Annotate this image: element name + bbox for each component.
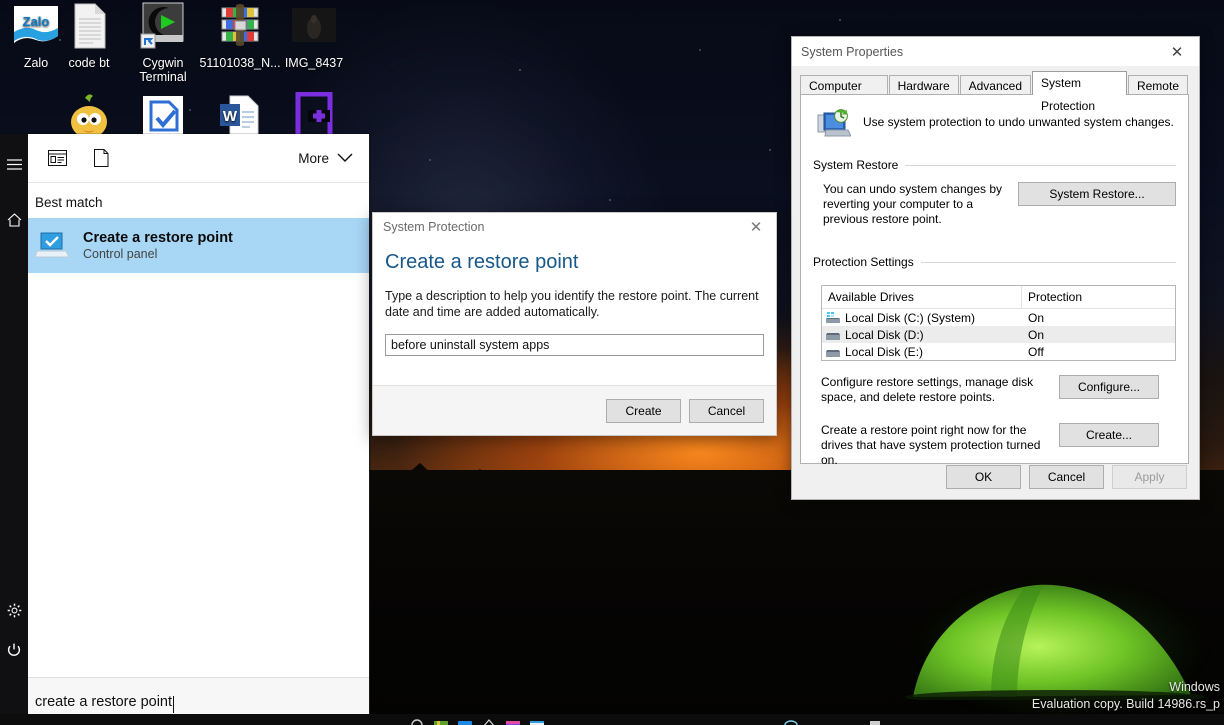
restore-point-description-input[interactable]: before uninstall system apps bbox=[385, 334, 764, 356]
search-panel-header: More bbox=[0, 134, 369, 183]
create-restore-point-button[interactable]: Create... bbox=[1059, 423, 1159, 447]
protection-settings-group: Protection Settings Available Drives Pro… bbox=[813, 255, 1176, 468]
taskbar-icon-4[interactable] bbox=[482, 714, 496, 725]
home-icon[interactable] bbox=[0, 200, 28, 240]
start-menu-rail bbox=[0, 134, 28, 725]
foxit-reader-icon bbox=[139, 92, 187, 140]
tab-hardware[interactable]: Hardware bbox=[888, 75, 959, 95]
desktop-icon-label: IMG_8437 bbox=[284, 56, 344, 70]
close-icon[interactable]: ✕ bbox=[736, 214, 776, 241]
taskbar-icon-6[interactable] bbox=[530, 714, 544, 725]
document-icon[interactable] bbox=[86, 146, 116, 170]
web-results-icon[interactable] bbox=[42, 146, 72, 170]
search-result-create-restore-point[interactable]: Create a restore point Control panel bbox=[0, 218, 369, 273]
drive-protection: Off bbox=[1028, 344, 1044, 359]
word-document-icon: W bbox=[216, 92, 264, 140]
search-result-subtitle: Control panel bbox=[83, 246, 158, 261]
flipper-icon bbox=[290, 91, 338, 141]
system-properties-tabs: Computer Name Hardware Advanced System P… bbox=[800, 71, 1189, 113]
drive-list-header: Available Drives Protection bbox=[822, 286, 1175, 309]
svg-text:W: W bbox=[223, 108, 238, 125]
search-result-title: Create a restore point bbox=[83, 229, 233, 246]
more-label: More bbox=[298, 150, 329, 166]
drive-protection: On bbox=[1028, 327, 1045, 342]
system-properties-window: System Properties ✕ Computer Name Hardwa… bbox=[791, 36, 1200, 500]
system-protection-icon bbox=[817, 109, 852, 144]
apply-button: Apply bbox=[1112, 465, 1187, 489]
search-panel: More Best match Create a restore point C… bbox=[0, 134, 370, 725]
system-properties-titlebar[interactable]: System Properties ✕ bbox=[792, 37, 1199, 67]
taskbar-icon-3[interactable] bbox=[458, 714, 472, 725]
system-protection-dialog-titlebar[interactable]: System Protection ✕ bbox=[373, 213, 776, 241]
available-drives-list[interactable]: Available Drives Protection Local Disk (… bbox=[821, 285, 1176, 361]
close-icon[interactable]: ✕ bbox=[1155, 37, 1199, 66]
winrar-archive-icon bbox=[216, 2, 264, 50]
taskbar-icon-7[interactable] bbox=[784, 714, 798, 725]
create-restore-point-icon bbox=[34, 231, 70, 261]
system-protection-dialog-title: System Protection bbox=[383, 220, 485, 234]
watermark-line-2: Evaluation copy. Build 14986.rs_p bbox=[1031, 697, 1220, 711]
text-caret bbox=[173, 696, 175, 713]
drive-name: Local Disk (C:) (System) bbox=[845, 310, 976, 325]
hamburger-menu-icon[interactable] bbox=[0, 144, 28, 184]
drive-name: Local Disk (D:) bbox=[845, 327, 924, 342]
cancel-button[interactable]: Cancel bbox=[1029, 465, 1104, 489]
more-button[interactable]: More bbox=[298, 151, 353, 166]
system-protection-dialog-footer: Create Cancel bbox=[373, 385, 776, 435]
table-row[interactable]: Local Disk (D:) On bbox=[822, 326, 1175, 343]
taskbar-icon-5[interactable] bbox=[506, 714, 520, 725]
best-match-label: Best match bbox=[35, 195, 103, 210]
restore-point-description-value: before uninstall system apps bbox=[391, 338, 550, 352]
windows-watermark: Windows Evaluation copy. Build 14986.rs_… bbox=[1032, 679, 1220, 713]
configure-button[interactable]: Configure... bbox=[1059, 375, 1159, 399]
dialog-description: Type a description to help you identify … bbox=[385, 289, 759, 319]
gear-icon[interactable] bbox=[0, 590, 28, 630]
system-restore-group: System Restore You can undo system chang… bbox=[813, 158, 1176, 227]
text-file-icon bbox=[65, 2, 113, 50]
cygwin-terminal-icon bbox=[139, 2, 187, 50]
drive-icon bbox=[826, 332, 840, 340]
system-drive-icon bbox=[826, 311, 840, 323]
tab-system-protection[interactable]: System Protection bbox=[1032, 71, 1127, 113]
system-protection-dialog: System Protection ✕ Create a restore poi… bbox=[372, 212, 777, 436]
table-row[interactable]: Local Disk (C:) (System) On bbox=[822, 309, 1175, 326]
configure-description: Configure restore settings, manage disk … bbox=[821, 375, 1034, 404]
taskbar-icon-1[interactable] bbox=[410, 714, 424, 725]
chevron-down-icon bbox=[337, 153, 353, 162]
search-results-empty-area bbox=[0, 273, 369, 677]
system-protection-header: Use system protection to undo unwanted s… bbox=[813, 105, 1176, 144]
dialog-heading: Create a restore point bbox=[385, 251, 579, 273]
drive-protection: On bbox=[1028, 310, 1045, 325]
taskbar-icon-2[interactable] bbox=[434, 714, 448, 725]
system-properties-title: System Properties bbox=[801, 44, 904, 59]
system-protection-tab-panel: Use system protection to undo unwanted s… bbox=[800, 94, 1189, 467]
search-input-value: create a restore point bbox=[35, 693, 173, 710]
system-properties-footer: OK Cancel Apply bbox=[792, 455, 1199, 499]
power-icon[interactable] bbox=[0, 630, 28, 670]
column-protection: Protection bbox=[1028, 290, 1083, 304]
create-button[interactable]: Create bbox=[606, 398, 681, 423]
system-protection-description: Use system protection to undo unwanted s… bbox=[863, 115, 1174, 129]
system-restore-group-label: System Restore bbox=[813, 158, 899, 172]
desktop-icon-image[interactable]: IMG_8437 bbox=[268, 2, 360, 70]
table-row[interactable]: Local Disk (E:) Off bbox=[822, 343, 1175, 360]
taskbar bbox=[0, 714, 1224, 725]
drive-name: Local Disk (E:) bbox=[845, 344, 924, 359]
column-available-drives: Available Drives bbox=[822, 286, 1022, 308]
cancel-button[interactable]: Cancel bbox=[689, 398, 764, 423]
drive-icon bbox=[826, 349, 840, 357]
protection-settings-group-label: Protection Settings bbox=[813, 255, 914, 269]
tab-advanced[interactable]: Advanced bbox=[959, 75, 1031, 95]
angry-birds-icon bbox=[65, 92, 113, 140]
tab-remote[interactable]: Remote bbox=[1127, 75, 1188, 95]
taskbar-icon-8[interactable] bbox=[868, 714, 882, 725]
system-restore-description: You can undo system changes by reverting… bbox=[823, 182, 1003, 226]
watermark-line-1: Windows bbox=[1169, 680, 1220, 694]
image-thumbnail-icon bbox=[290, 2, 338, 50]
tab-computer-name[interactable]: Computer Name bbox=[800, 75, 888, 113]
system-restore-button[interactable]: System Restore... bbox=[1018, 182, 1176, 206]
ok-button[interactable]: OK bbox=[946, 465, 1021, 489]
